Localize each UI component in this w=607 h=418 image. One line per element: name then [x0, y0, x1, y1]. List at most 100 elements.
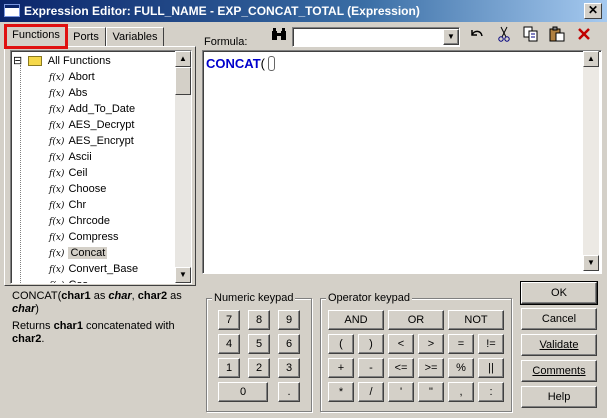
paren-match-marker [268, 56, 275, 71]
formula-label: Formula: [204, 36, 248, 48]
numeric-key[interactable]: 7 [218, 310, 240, 330]
editor-scroll-down-button[interactable]: ▼ [583, 255, 599, 271]
tree-item-label: Compress [68, 231, 119, 243]
numeric-key[interactable]: 6 [278, 334, 300, 354]
numeric-key[interactable]: 5 [248, 334, 270, 354]
tree-item-label: AES_Decrypt [68, 119, 135, 131]
tree-root[interactable]: ⊟ All Functions [13, 53, 177, 69]
description-text: Returns [12, 320, 54, 332]
tab-variables[interactable]: Variables [106, 27, 164, 47]
cut-icon[interactable] [493, 26, 515, 46]
folder-icon [28, 56, 43, 67]
tree-item[interactable]: f(x) Add_To_Date [11, 101, 175, 117]
chevron-down-icon[interactable]: ▼ [443, 29, 459, 45]
undo-icon[interactable] [466, 26, 488, 46]
tree-item-label: Add_To_Date [68, 103, 136, 115]
operator-key[interactable]: = [448, 334, 474, 354]
operator-key[interactable]: + [328, 358, 354, 378]
tab-ports-label: Ports [73, 31, 99, 43]
scroll-down-button[interactable]: ▼ [175, 267, 191, 283]
collapse-icon[interactable]: ⊟ [13, 55, 22, 67]
tree-item[interactable]: f(x) Convert_Base [11, 261, 175, 277]
operator-key[interactable]: AND [328, 310, 384, 330]
formula-paren: ( [260, 56, 265, 71]
editor-scrollbar[interactable]: ▲ ▼ [583, 51, 599, 271]
tree-item[interactable]: f(x) Ceil [11, 165, 175, 181]
tree-item[interactable]: f(x) Concat [11, 245, 175, 261]
tree-item[interactable]: f(x) Ascii [11, 149, 175, 165]
numeric-key[interactable]: 2 [248, 358, 270, 378]
numeric-key[interactable]: 1 [218, 358, 240, 378]
function-icon: f(x) [49, 185, 65, 195]
operator-key[interactable]: ) [358, 334, 384, 354]
editor-scroll-up-button[interactable]: ▲ [583, 51, 599, 67]
operator-key[interactable]: >= [418, 358, 444, 378]
operator-key[interactable]: ( [328, 334, 354, 354]
tab-functions-label: Functions [12, 29, 60, 41]
scroll-thumb[interactable] [175, 67, 191, 95]
tree-root-label: All Functions [47, 55, 111, 67]
operator-keypad-title: Operator keypad [326, 292, 412, 304]
tree-item-label: Ascii [68, 151, 92, 163]
description-text: as [167, 290, 182, 302]
operator-key[interactable]: % [448, 358, 474, 378]
close-button[interactable]: ✕ [584, 3, 602, 19]
description-text: char [12, 303, 36, 315]
tree-item-label: Choose [68, 183, 107, 195]
operator-key[interactable]: || [478, 358, 504, 378]
operator-key[interactable]: < [388, 334, 414, 354]
scroll-up-button[interactable]: ▲ [175, 51, 191, 67]
tree-item-label: Cos [68, 279, 88, 283]
ok-button[interactable]: OK [520, 281, 598, 305]
tree-item[interactable]: f(x) Compress [11, 229, 175, 245]
tree-item[interactable]: f(x) Abort [11, 69, 175, 85]
operator-key[interactable]: * [328, 382, 354, 402]
operator-key[interactable]: " [418, 382, 444, 402]
formula-editor[interactable]: ▲ ▼ [202, 50, 602, 274]
operator-key[interactable]: > [418, 334, 444, 354]
operator-key[interactable]: / [358, 382, 384, 402]
delete-icon[interactable] [573, 26, 595, 46]
operator-key[interactable]: - [358, 358, 384, 378]
operator-key[interactable]: , [448, 382, 474, 402]
numeric-keypad-title: Numeric keypad [212, 292, 296, 304]
tree-item[interactable]: f(x) Choose [11, 181, 175, 197]
numeric-key[interactable]: 0 [218, 382, 268, 402]
paste-icon[interactable] [546, 26, 568, 46]
tree-item[interactable]: f(x) Cos [11, 277, 175, 283]
numeric-key[interactable]: 9 [278, 310, 300, 330]
numeric-key[interactable]: 4 [218, 334, 240, 354]
operator-key[interactable]: OR [388, 310, 444, 330]
cancel-button[interactable]: Cancel [521, 308, 597, 330]
binoculars-icon[interactable] [268, 26, 290, 46]
tab-functions[interactable]: Functions [6, 25, 66, 48]
window-title: Expression Editor: FULL_NAME - EXP_CONCA… [24, 4, 420, 18]
description-text: CONCAT( [12, 290, 62, 302]
validate-button[interactable]: Validate [521, 334, 597, 356]
comments-button[interactable]: Comments [521, 360, 597, 382]
numeric-key[interactable]: . [278, 382, 300, 402]
function-icon: f(x) [49, 105, 65, 115]
tree-item[interactable]: f(x) AES_Decrypt [11, 117, 175, 133]
operator-key[interactable]: != [478, 334, 504, 354]
operator-key[interactable]: NOT [448, 310, 504, 330]
tree-item[interactable]: f(x) Abs [11, 85, 175, 101]
help-button[interactable]: Help [521, 386, 597, 408]
numeric-key[interactable]: 3 [278, 358, 300, 378]
tree-item-label: Abs [68, 87, 88, 99]
tab-ports[interactable]: Ports [66, 27, 106, 47]
close-icon: ✕ [587, 3, 599, 17]
tree-item-label: Convert_Base [68, 263, 139, 275]
operator-key[interactable]: ' [388, 382, 414, 402]
tree-item[interactable]: f(x) AES_Encrypt [11, 133, 175, 149]
tree-item[interactable]: f(x) Chr [11, 197, 175, 213]
function-icon: f(x) [49, 169, 65, 179]
tree-item[interactable]: f(x) Chrcode [11, 213, 175, 229]
operator-key[interactable]: <= [388, 358, 414, 378]
numeric-key[interactable]: 8 [248, 310, 270, 330]
copy-icon[interactable] [520, 26, 542, 46]
formula-search-combobox[interactable] [292, 27, 460, 47]
operator-key[interactable]: : [478, 382, 504, 402]
tree-scrollbar[interactable]: ▲ ▼ [175, 51, 191, 283]
function-tree[interactable]: ⊟ All Functions f(x) Abort f(x) Abs f(x) Add_… [10, 50, 192, 284]
